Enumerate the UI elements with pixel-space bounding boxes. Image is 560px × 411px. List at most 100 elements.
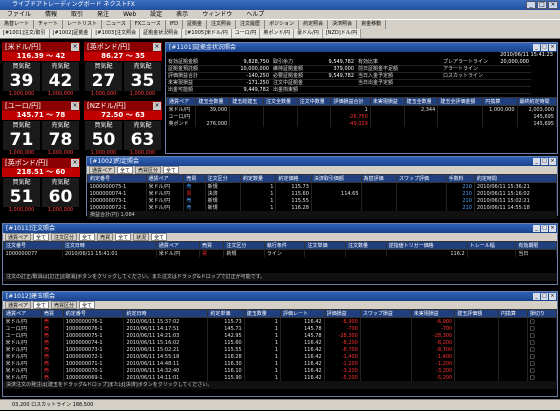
checkbox-icon[interactable]: □ [527, 317, 558, 325]
window-tab[interactable]: [#1002]証拠金 [49, 29, 93, 38]
close-icon[interactable]: × [153, 43, 161, 51]
close-icon[interactable]: × [71, 43, 79, 51]
close-icon[interactable]: × [549, 44, 556, 51]
table-row[interactable]: ユーロ/円 -26,750 145,695 [166, 113, 558, 120]
table-row[interactable]: 1000000074-1 米ドル/円買決済 1 115.60 114.65 210 2010… [87, 190, 558, 197]
table-row[interactable]: 1000000072-1 米ドル/円売新規 1 116.28 210 2010/06/11… [87, 204, 558, 211]
currency-select[interactable]: 全て [117, 166, 134, 174]
window-tab[interactable]: ユーロ/円 [231, 29, 261, 38]
maximize-icon[interactable]: □ [541, 44, 548, 51]
toolbar-button[interactable]: 注文照会 [207, 20, 237, 29]
checkbox-icon[interactable]: □ [527, 360, 558, 367]
value [321, 87, 356, 94]
minimize-icon[interactable]: _ [533, 225, 540, 232]
toolbar-button[interactable]: 証拠金 [183, 20, 208, 29]
toolbar-button[interactable]: 注文履歴 [236, 20, 266, 29]
window-tab[interactable]: 英ポンド/円 [260, 29, 295, 38]
table-row[interactable]: 英ポンド 276,000 -49,029 145,695 [166, 120, 558, 127]
minimize-icon[interactable]: _ [533, 158, 540, 165]
menu-file[interactable]: ファイル [0, 10, 38, 19]
window-tab[interactable]: 豪ドル/円 [294, 29, 323, 38]
checkbox-icon[interactable]: □ [527, 346, 558, 353]
close-icon[interactable]: × [549, 225, 556, 232]
close-icon[interactable]: × [71, 102, 79, 110]
toolbar-button[interactable]: 資金移動 [357, 20, 387, 29]
maximize-button[interactable]: □ [537, 1, 547, 9]
order-type-select[interactable]: 全て [79, 233, 96, 241]
ask-cell[interactable]: 売気配 78 1,000,000 [42, 121, 79, 157]
checkbox-icon[interactable]: □ [527, 339, 558, 346]
table-row[interactable]: ユーロ/円売 1000000075-1 2010/06/11 14:21:03 142… [3, 332, 558, 339]
close-icon[interactable]: × [549, 293, 556, 300]
currency-select[interactable]: 全て [33, 301, 50, 309]
close-icon[interactable]: × [549, 158, 556, 165]
toolbar-button[interactable]: 約定照会 [299, 20, 329, 29]
menu-trade[interactable]: 取引 [64, 10, 90, 19]
close-button[interactable]: × [548, 1, 558, 9]
table-row[interactable]: 1000000073-1 米ドル/円売新規 1 115.55 210 2010/06/11… [87, 197, 558, 204]
side-select[interactable]: 全て [163, 166, 180, 174]
toolbar-button[interactable]: レートリスト [63, 20, 102, 29]
minimize-button[interactable]: _ [526, 1, 536, 9]
status-select[interactable]: 全て [151, 233, 168, 241]
ask-cell[interactable]: 売気配 63 1,000,000 [124, 121, 161, 157]
toolbar-button[interactable]: FXニュース [131, 20, 166, 29]
menu-web[interactable]: Web [116, 10, 143, 19]
table-row[interactable]: 米ドル/円売 1000000069-1 2010/06/11 14:11:01 115… [3, 374, 558, 381]
checkbox-icon[interactable]: □ [527, 325, 558, 332]
rate-panel: [英ポンド/円] × 86.27 ～ 35 買気配 27 1,000,000 売気配 3… [84, 42, 162, 98]
toolbar-button[interactable]: ポジション [265, 20, 300, 29]
maximize-icon[interactable]: □ [541, 158, 548, 165]
table-row[interactable]: 1000000077 2010/06/11 15:41:01 米ドル/円買新規 ライン… [3, 249, 557, 257]
bid-cell[interactable]: 買気配 71 1,000,000 [3, 121, 40, 157]
window-tab[interactable]: [#1001]注文/取引 [0, 29, 50, 38]
bid-price: 51 [9, 187, 34, 207]
table-row[interactable]: 米ドル/円売 1000000076-1 2010/06/11 15:37:02 115… [3, 317, 558, 325]
menu-window[interactable]: ウィンドウ [195, 10, 239, 19]
menu-view[interactable]: 表示 [169, 10, 195, 19]
table-row[interactable]: 1000000075-1 米ドル/円売新規 1 115.73 210 2010/06/11… [87, 182, 558, 190]
toolbar-button[interactable]: チャート [34, 20, 63, 29]
bid-cell[interactable]: 買気配 27 1,000,000 [85, 62, 122, 98]
bid-cell[interactable]: 買気配 39 1,000,000 [3, 62, 40, 98]
bid-price: 71 [9, 130, 34, 150]
maximize-icon[interactable]: □ [541, 293, 548, 300]
window-tab[interactable]: [NZD]ドル/円 [322, 29, 362, 38]
ask-cell[interactable]: 売気配 60 1,000,000 [42, 178, 79, 214]
toolbar-button[interactable]: IFD [166, 20, 184, 29]
ask-cell[interactable]: 売気配 35 1,000,000 [124, 62, 161, 98]
maximize-icon[interactable]: □ [541, 225, 548, 232]
bid-cell[interactable]: 買気配 50 1,000,000 [85, 121, 122, 157]
window-tab[interactable]: [#1003]注文照会 [92, 29, 141, 38]
window-tab[interactable]: 証拠金状況照会 [140, 29, 183, 38]
minimize-icon[interactable]: _ [533, 44, 540, 51]
checkbox-icon[interactable]: □ [527, 332, 558, 339]
table-row[interactable]: 米ドル/円 39,000 1 2,344 1,000,000 2,003,000 [166, 105, 558, 113]
table-row[interactable]: 米ドル/円売 1000000073-1 2010/06/11 15:02:21 115… [3, 346, 558, 353]
menu-settings[interactable]: 設定 [143, 10, 169, 19]
table-row[interactable]: 米ドル/円売 1000000074-1 2010/06/11 15:16:02 115… [3, 339, 558, 346]
close-icon[interactable]: × [153, 102, 161, 110]
menu-help[interactable]: ヘルプ [239, 10, 271, 19]
toolbar-button[interactable]: 決済照会 [328, 20, 358, 29]
side-select[interactable]: 全て [115, 233, 132, 241]
table-row[interactable]: ユーロ/円売 1000000076-1 2010/06/11 14:17:51 145… [3, 325, 558, 332]
checkbox-icon[interactable]: □ [527, 374, 558, 381]
toolbar-button[interactable]: ニュース [102, 20, 131, 29]
table-row[interactable]: 米ドル/円売 1000000072-1 2010/06/11 14:55:18 116… [3, 353, 558, 360]
bid-cell[interactable]: 買気配 51 1,000,000 [3, 178, 40, 214]
close-icon[interactable]: × [71, 159, 79, 167]
table-row[interactable]: 米ドル/円売 1000000071-1 2010/06/11 14:48:11 116… [3, 360, 558, 367]
window-tab[interactable]: [#1005]米ドル/円 [182, 29, 232, 38]
checkbox-icon[interactable]: □ [527, 367, 558, 374]
table-row[interactable]: 米ドル/円売 1000000070-1 2010/06/11 14:32:40 116… [3, 367, 558, 374]
checkbox-icon[interactable]: □ [527, 353, 558, 360]
menu-order[interactable]: 発注 [90, 10, 116, 19]
ask-cell[interactable]: 売気配 42 1,000,000 [42, 62, 79, 98]
bid-volume: 1,000,000 [3, 91, 40, 98]
menu-info[interactable]: 情報 [38, 10, 64, 19]
toolbar-button[interactable]: 為替レート [0, 20, 35, 29]
side-select[interactable]: 全て [79, 301, 96, 309]
currency-select[interactable]: 全て [33, 233, 50, 241]
minimize-icon[interactable]: _ [533, 293, 540, 300]
